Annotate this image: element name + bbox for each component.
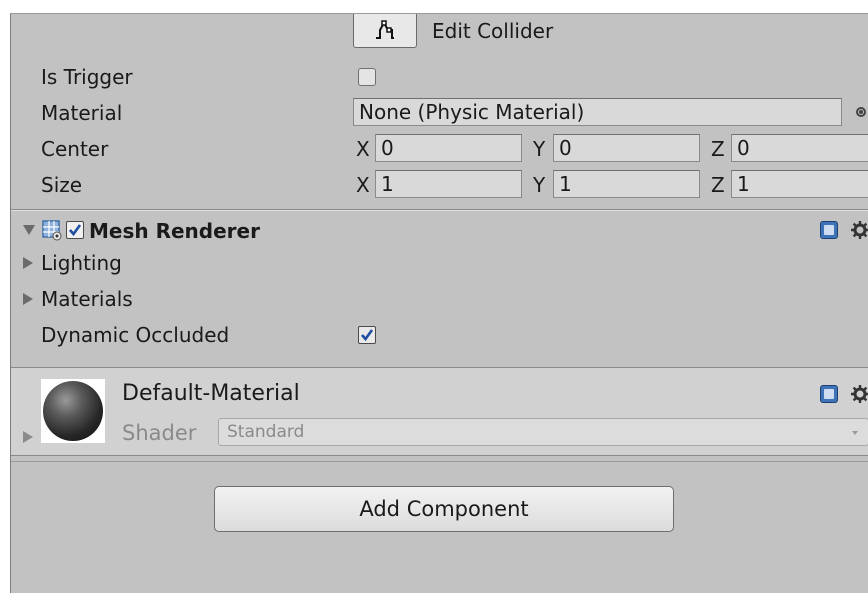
lighting-foldout-arrow[interactable]: [23, 257, 33, 269]
sphere-preview-icon: [41, 379, 105, 443]
material-foldout-arrow[interactable]: [23, 431, 33, 443]
material-bottom-divider-2: [11, 461, 868, 462]
material-field[interactable]: None (Physic Material): [353, 98, 842, 126]
materials-label[interactable]: Materials: [41, 288, 133, 310]
material-name: Default-Material: [122, 381, 300, 406]
center-x-field[interactable]: 0: [375, 134, 522, 162]
edit-collider-label: Edit Collider: [432, 19, 554, 43]
center-z-label: Z: [711, 137, 725, 161]
center-z-field[interactable]: 0: [731, 134, 868, 162]
size-label: Size: [41, 173, 83, 197]
gear-icon[interactable]: [851, 221, 868, 239]
section-divider-highlight: [11, 210, 868, 211]
mesh-renderer-title: Mesh Renderer: [89, 219, 260, 243]
size-z-field[interactable]: 1: [731, 170, 868, 198]
is-trigger-label: Is Trigger: [41, 65, 133, 89]
shader-label: Shader: [122, 421, 197, 445]
shader-dropdown-value: Standard: [227, 422, 305, 442]
lighting-label[interactable]: Lighting: [41, 252, 122, 274]
add-component-button[interactable]: Add Component: [214, 486, 674, 532]
size-y-field[interactable]: 1: [553, 170, 700, 198]
material-help-icon[interactable]: [820, 385, 838, 403]
center-label: Center: [41, 137, 109, 161]
size-z-label: Z: [711, 173, 725, 197]
dynamic-occluded-checkbox[interactable]: [358, 326, 376, 344]
shader-dropdown[interactable]: Standard: [218, 418, 868, 446]
object-picker-icon[interactable]: [856, 107, 866, 117]
help-icon[interactable]: [820, 221, 838, 239]
add-component-label: Add Component: [359, 497, 529, 521]
center-x-label: X: [356, 137, 370, 161]
mesh-renderer-icon: [42, 220, 62, 241]
is-trigger-checkbox[interactable]: [358, 68, 376, 86]
inspector-panel: Edit Collider Is Trigger Material None (…: [10, 13, 868, 593]
center-y-label: Y: [533, 137, 546, 161]
center-y-field[interactable]: 0: [553, 134, 700, 162]
mesh-renderer-enabled-checkbox[interactable]: [66, 221, 84, 239]
edit-collider-icon: [376, 20, 394, 39]
mesh-renderer-foldout-arrow[interactable]: [23, 225, 35, 235]
materials-foldout-arrow[interactable]: [23, 293, 33, 305]
size-x-field[interactable]: 1: [375, 170, 522, 198]
dynamic-occluded-label: Dynamic Occluded: [41, 323, 230, 347]
material-bottom-divider: [11, 455, 868, 456]
edit-collider-button[interactable]: [353, 14, 417, 48]
size-y-label: Y: [533, 173, 546, 197]
chevron-down-icon: [852, 431, 858, 435]
material-label: Material: [41, 101, 123, 125]
material-gear-icon[interactable]: [851, 385, 868, 403]
size-x-label: X: [356, 173, 370, 197]
